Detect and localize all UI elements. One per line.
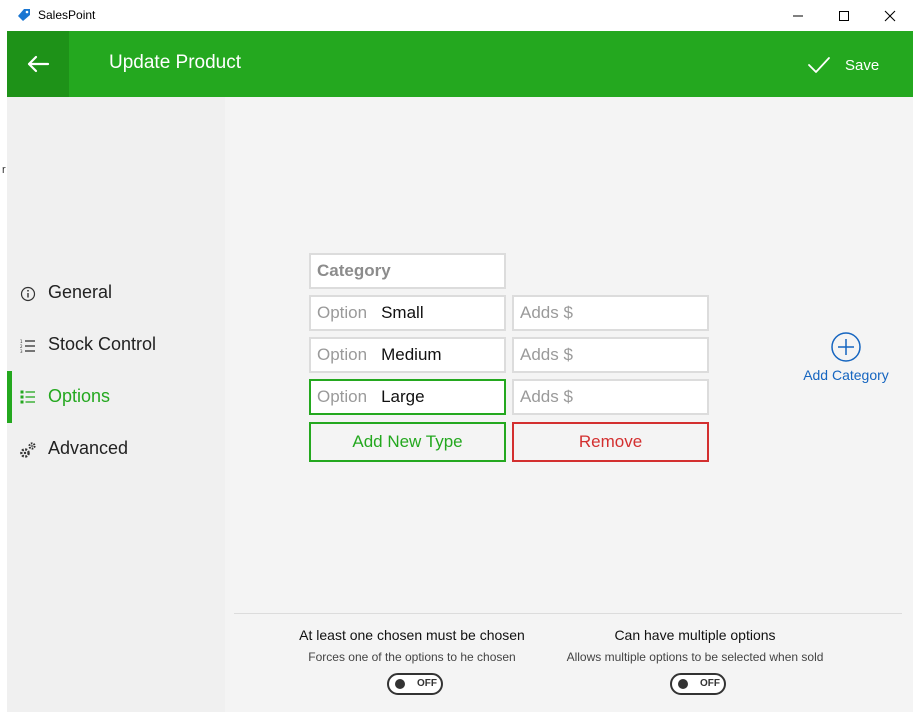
toggle-state: OFF: [700, 678, 720, 689]
sidebar-item-general[interactable]: General: [7, 273, 225, 313]
option-placeholder: Option: [317, 387, 368, 406]
maximize-icon: [839, 10, 849, 21]
sidebar-item-label: General: [48, 282, 113, 302]
title-bar: SalesPoint: [0, 0, 920, 31]
required-setting: At least one chosen must be chosen Force…: [285, 627, 539, 664]
active-indicator: [7, 371, 12, 423]
option-name-input[interactable]: Option Large: [309, 379, 506, 415]
setting-title: At least one chosen must be chosen: [299, 627, 525, 643]
window-frame-bottom: [0, 712, 920, 720]
app-header: Update Product Save: [7, 31, 913, 97]
tag-icon: [18, 9, 30, 21]
save-label: Save: [845, 56, 880, 74]
window-frame-left: [0, 31, 7, 720]
toggle-knob: [678, 679, 688, 689]
sidebar-item-label: Options: [48, 386, 111, 406]
add-new-type-button[interactable]: Add New Type: [309, 422, 506, 462]
divider: [234, 613, 902, 614]
setting-title: Can have multiple options: [614, 627, 776, 643]
svg-text:3: 3: [20, 349, 23, 354]
add-category-button[interactable]: Add Category: [796, 331, 896, 383]
checkmark-icon: [808, 57, 830, 73]
back-button[interactable]: [7, 31, 69, 97]
app-title: SalesPoint: [38, 8, 96, 22]
bulleted-list-icon: [19, 388, 37, 406]
minimize-button[interactable]: [775, 0, 821, 31]
multiple-setting: Can have multiple options Allows multipl…: [545, 627, 845, 664]
option-placeholder: Option: [317, 303, 368, 322]
option-name-input[interactable]: Option Small: [309, 295, 506, 331]
options-panel: Category Option Small Adds $ Option Medi…: [225, 97, 913, 712]
numbered-list-icon: 1 2 3: [19, 337, 37, 355]
minimize-icon: [793, 15, 803, 16]
adds-placeholder: Adds $: [520, 345, 573, 364]
option-price-input[interactable]: Adds $: [512, 337, 709, 373]
sidebar-item-stock-control[interactable]: 1 2 3 Stock Control: [7, 325, 225, 365]
required-toggle[interactable]: OFF: [387, 673, 443, 695]
close-button[interactable]: [867, 0, 913, 31]
toggle-state: OFF: [417, 678, 437, 689]
close-icon: [884, 10, 896, 21]
stray-text: r: [2, 164, 6, 176]
option-name-input[interactable]: Option Medium: [309, 337, 506, 373]
toggle-knob: [395, 679, 405, 689]
setting-description: Allows multiple options to be selected w…: [566, 650, 824, 664]
option-price-input[interactable]: Adds $: [512, 295, 709, 331]
arrow-left-icon: [27, 55, 50, 73]
add-category-label: Add Category: [803, 367, 889, 383]
option-price-input[interactable]: Adds $: [512, 379, 709, 415]
adds-placeholder: Adds $: [520, 387, 573, 406]
sidebar-nav: General 1 2 3 Stock Control Options Adva…: [7, 97, 225, 712]
sidebar-item-label: Advanced: [48, 438, 129, 458]
option-value: Small: [381, 303, 424, 322]
option-value: Large: [381, 387, 425, 406]
sidebar-item-label: Stock Control: [48, 334, 157, 354]
option-placeholder: Option: [317, 345, 368, 364]
category-placeholder: Category: [317, 261, 391, 280]
setting-description: Forces one of the options to he chosen: [308, 650, 516, 664]
info-icon: [19, 285, 37, 303]
option-value: Medium: [381, 345, 442, 364]
gears-icon: [19, 441, 37, 459]
sidebar-item-options[interactable]: Options: [7, 371, 225, 423]
category-input[interactable]: Category: [309, 253, 506, 289]
adds-placeholder: Adds $: [520, 303, 573, 322]
maximize-button[interactable]: [821, 0, 867, 31]
window-frame-right: [913, 31, 920, 720]
plus-circle-icon: [831, 332, 861, 362]
multiple-toggle[interactable]: OFF: [670, 673, 726, 695]
page-title: Update Product: [109, 52, 242, 73]
save-button[interactable]: Save: [807, 51, 879, 79]
sidebar-item-advanced[interactable]: Advanced: [7, 429, 225, 469]
remove-button[interactable]: Remove: [512, 422, 709, 462]
